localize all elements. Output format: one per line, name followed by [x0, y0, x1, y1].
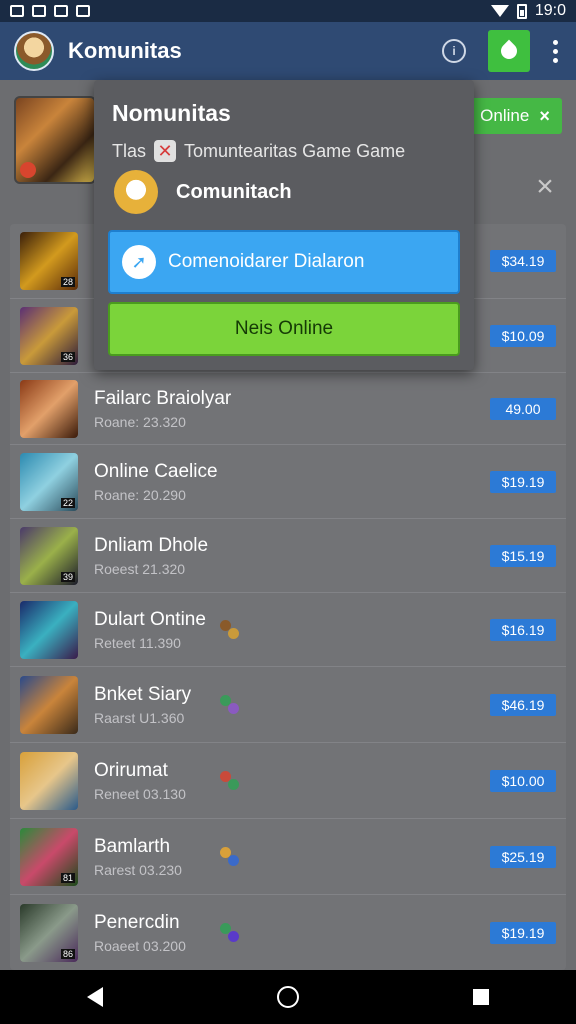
- list-item[interactable]: Failarc Braiolyar Roane: 23.320 49.00: [10, 372, 566, 444]
- price-badge[interactable]: $15.19: [490, 544, 556, 567]
- community-icon: [114, 170, 158, 214]
- online-badge-label: Online: [480, 106, 530, 125]
- community-item[interactable]: Comunitach: [114, 170, 292, 214]
- list-item[interactable]: Dulart Ontine Reteet 11.390 $16.19: [10, 592, 566, 666]
- list-item[interactable]: 22 Online Caelice Roane: 20.290 $19.19: [10, 444, 566, 518]
- game-thumbnail: [20, 379, 78, 438]
- game-thumbnail: 86: [20, 903, 78, 962]
- popup-subtitle-text: Tomuntearitas Game Game: [184, 140, 406, 161]
- game-thumbnail: 36: [20, 306, 78, 365]
- close-icon[interactable]: ✕: [154, 140, 177, 162]
- featured-badge: [20, 162, 36, 178]
- home-icon[interactable]: [277, 986, 299, 1008]
- game-meta: Raarst U1.360: [94, 709, 185, 726]
- status-right: 19:0: [490, 2, 566, 20]
- rocket-icon: ➚: [122, 245, 156, 279]
- battery-icon: [516, 3, 527, 19]
- notification-icons: [10, 5, 90, 17]
- game-thumbnail: 28: [20, 232, 78, 290]
- online-button[interactable]: Neis Online: [108, 302, 460, 356]
- sim-icon: [76, 5, 90, 17]
- system-nav-bar: [0, 970, 576, 1024]
- app-avatar[interactable]: [14, 31, 54, 71]
- gems-icon: [218, 618, 244, 642]
- back-icon[interactable]: [87, 987, 103, 1007]
- price-badge[interactable]: $34.19: [490, 250, 556, 272]
- game-name: Bnket Siary: [94, 683, 192, 705]
- community-item-label: Comunitach: [176, 180, 292, 203]
- game-meta: Roane: 23.320: [94, 413, 186, 430]
- clock: 19:0: [534, 2, 566, 19]
- popup-subtitle-prefix: Tlas: [112, 140, 147, 161]
- popup-title: Nomunitas: [112, 100, 231, 126]
- app-title: Komunitas: [68, 38, 182, 63]
- drop-icon: [497, 39, 521, 63]
- game-name: Bamlarth: [94, 835, 171, 857]
- game-meta: Roeest 21.320: [94, 560, 186, 577]
- list-item[interactable]: 86 Penercdin Roaeet 03.200 $19.19: [10, 894, 566, 970]
- price-badge[interactable]: $19.19: [490, 470, 556, 493]
- price-badge[interactable]: $25.19: [490, 845, 556, 868]
- list-item[interactable]: Bnket Siary Raarst U1.360 $46.19: [10, 666, 566, 742]
- status-bar: 19:0: [0, 0, 576, 22]
- recent-apps-icon[interactable]: [473, 989, 489, 1005]
- game-thumbnail: 22: [20, 452, 78, 511]
- game-meta: Rarest 03.230: [94, 861, 182, 878]
- gems-icon: [218, 921, 244, 945]
- dismiss-icon[interactable]: ×: [530, 172, 560, 202]
- community-popup: Nomunitas Tlas ✕ Tomuntearitas Game Game…: [94, 80, 474, 370]
- dialog-button[interactable]: ➚ Comenoidarer Dialaron: [108, 230, 460, 294]
- gems-icon: [218, 845, 244, 869]
- game-name: Dnliam Dhole: [94, 534, 209, 556]
- price-badge[interactable]: $10.09: [490, 324, 556, 347]
- game-name: Orirumat: [94, 759, 168, 781]
- price-badge[interactable]: $46.19: [490, 693, 556, 716]
- dialog-button-label: Comenoidarer Dialaron: [168, 251, 365, 272]
- wifi-icon: [490, 5, 509, 17]
- list-item[interactable]: Orirumat Reneet 03.130 $10.00: [10, 742, 566, 818]
- game-thumbnail: 81: [20, 827, 78, 886]
- list-item[interactable]: 39 Dnliam Dhole Roeest 21.320 $15.19: [10, 518, 566, 592]
- gems-icon: [218, 769, 244, 793]
- game-meta: Reteet 11.390: [94, 634, 181, 651]
- game-name: Online Caelice: [94, 460, 218, 482]
- game-meta: Reneet 03.130: [94, 785, 186, 802]
- game-name: Failarc Braiolyar: [94, 387, 232, 409]
- popup-subtitle: Tlas ✕ Tomuntearitas Game Game: [112, 140, 405, 162]
- game-thumbnail: [20, 751, 78, 810]
- game-name: Dulart Ontine: [94, 608, 206, 630]
- gems-icon: [218, 693, 244, 717]
- price-badge[interactable]: $16.19: [490, 618, 556, 641]
- price-badge[interactable]: $10.00: [490, 769, 556, 792]
- game-meta: Roaeet 03.200: [94, 937, 186, 954]
- game-thumbnail: [20, 600, 78, 659]
- dropbox-icon: [32, 5, 46, 17]
- online-badge[interactable]: Online ×: [468, 98, 562, 134]
- more-vert-icon[interactable]: [548, 39, 562, 63]
- info-icon[interactable]: i: [442, 39, 466, 63]
- list-item[interactable]: 81 Bamlarth Rarest 03.230 $25.19: [10, 818, 566, 894]
- image-icon: [10, 5, 24, 17]
- featured-game-thumbnail[interactable]: [14, 96, 96, 184]
- price-badge[interactable]: 49.00: [490, 397, 556, 420]
- close-icon[interactable]: ×: [539, 106, 550, 127]
- game-controller-icon: [54, 5, 68, 17]
- app-bar: Komunitas i: [0, 22, 576, 80]
- game-meta: Roane: 20.290: [94, 486, 186, 503]
- drop-action-button[interactable]: [488, 30, 530, 72]
- price-badge[interactable]: $19.19: [490, 921, 556, 944]
- game-name: Penercdin: [94, 911, 180, 933]
- game-thumbnail: [20, 675, 78, 734]
- game-thumbnail: 39: [20, 526, 78, 585]
